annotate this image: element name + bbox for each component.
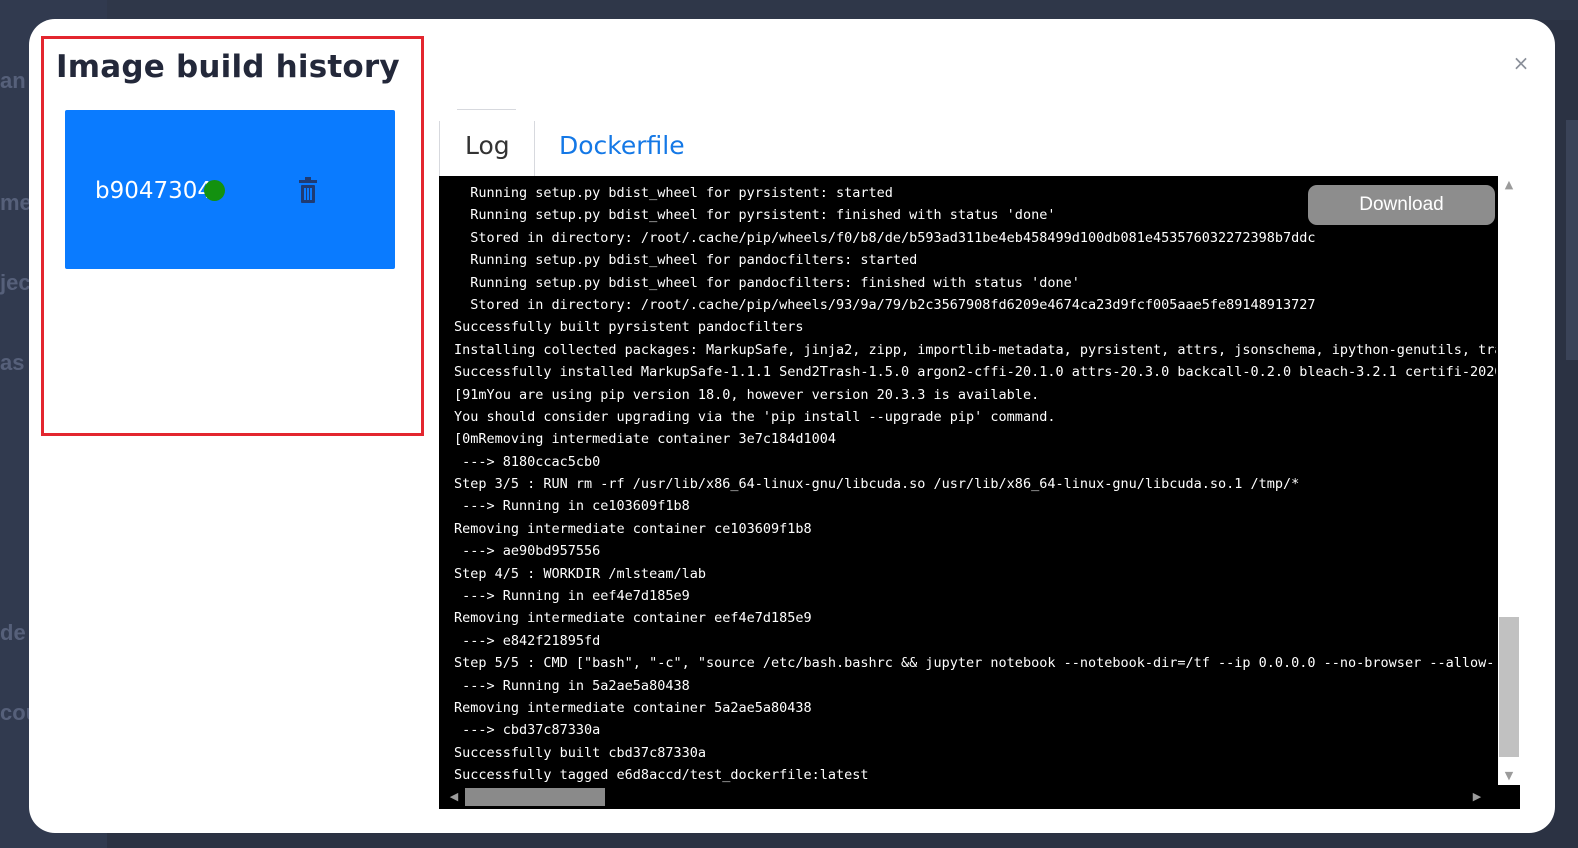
close-button[interactable]: × <box>1511 53 1531 73</box>
log-line: ---> Running in ce103609f1b8 <box>454 498 690 515</box>
panel-title: Image build history <box>56 49 400 85</box>
log-line: [0mRemoving intermediate container 3e7c1… <box>454 431 837 448</box>
log-line: Successfully built pyrsistent pandocfilt… <box>454 319 804 336</box>
log-line: You should consider upgrading via the 'p… <box>454 408 1056 425</box>
background-edge <box>1566 120 1578 360</box>
build-card[interactable]: b9047304 <box>65 110 395 269</box>
log-line: Successfully installed MarkupSafe-1.1.1 … <box>454 364 1496 381</box>
log-line: ---> cbd37c87330a <box>454 722 601 739</box>
log-line: Installing collected packages: MarkupSaf… <box>454 341 1496 358</box>
log-line: Step 5/5 : CMD ["bash", "-c", "source /e… <box>454 655 1496 672</box>
trash-icon[interactable] <box>297 177 319 203</box>
log-line: [91mYou are using pip version 18.0, howe… <box>454 386 1040 403</box>
background-text: as <box>0 350 25 375</box>
log-line: Stored in directory: /root/.cache/pip/wh… <box>454 229 1316 246</box>
download-button[interactable]: Download <box>1308 185 1495 225</box>
status-dot-icon <box>204 180 225 201</box>
log-line: Running setup.py bdist_wheel for pandocf… <box>454 252 918 269</box>
log-line: Successfully tagged e6d8accd/test_docker… <box>454 767 869 784</box>
tab-divider <box>457 109 516 110</box>
log-line: Step 3/5 : RUN rm -rf /usr/lib/x86_64-li… <box>454 476 1300 493</box>
log-line: ---> ae90bd957556 <box>454 543 601 560</box>
vertical-scrollbar[interactable]: ▲ ▼ <box>1498 176 1520 785</box>
scroll-up-icon[interactable]: ▲ <box>1498 176 1520 194</box>
log-line: ---> Running in eef4e7d185e9 <box>454 588 690 605</box>
background-text: an <box>0 68 26 93</box>
build-id: b9047304 <box>95 178 213 204</box>
log-line: ---> 8180ccac5cb0 <box>454 453 601 470</box>
scroll-thumb[interactable] <box>1499 617 1519 757</box>
log-output: Running setup.py bdist_wheel for pyrsist… <box>454 182 1496 787</box>
background-text: de <box>0 620 26 645</box>
log-line: Removing intermediate container ce103609… <box>454 520 812 537</box>
tab-log[interactable]: Log <box>439 121 535 176</box>
scrollbar-corner <box>1498 785 1520 809</box>
log-line: Successfully built cbd37c87330a <box>454 744 706 761</box>
log-line: Running setup.py bdist_wheel for pandocf… <box>454 274 1080 291</box>
log-line: ---> Running in 5a2ae5a80438 <box>454 677 690 694</box>
scroll-thumb[interactable] <box>465 788 605 806</box>
log-console[interactable]: Running setup.py bdist_wheel for pyrsist… <box>439 176 1520 809</box>
scroll-right-icon[interactable]: ▶ <box>1468 785 1486 809</box>
build-history-panel: Image build history b9047304 <box>41 36 424 436</box>
log-line: Stored in directory: /root/.cache/pip/wh… <box>454 296 1316 313</box>
log-line: ---> e842f21895fd <box>454 632 601 649</box>
log-line: Step 4/5 : WORKDIR /mlsteam/lab <box>454 565 706 582</box>
build-history-modal: × Image build history b9047304 Log Docke… <box>29 19 1555 833</box>
background-topbar <box>107 0 1578 20</box>
scroll-left-icon[interactable]: ◀ <box>445 785 463 809</box>
scroll-down-icon[interactable]: ▼ <box>1498 767 1520 785</box>
log-line: Removing intermediate container 5a2ae5a8… <box>454 699 812 716</box>
background-text: jec <box>0 270 31 295</box>
background-text: me <box>0 190 32 215</box>
log-line: Removing intermediate container eef4e7d1… <box>454 610 812 627</box>
tab-dockerfile[interactable]: Dockerfile <box>559 121 685 176</box>
horizontal-scrollbar[interactable]: ◀ ▶ <box>439 785 1498 809</box>
